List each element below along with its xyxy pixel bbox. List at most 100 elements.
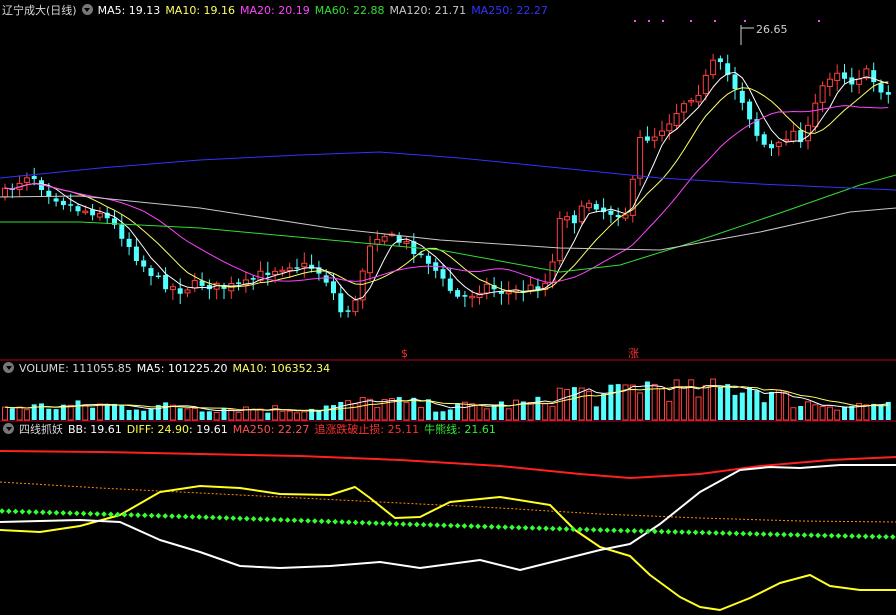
bull-bear-dot: [774, 531, 781, 538]
ma5-label: MA5: 19.13: [97, 4, 161, 17]
candle-body: [323, 275, 329, 283]
volume-bar: [9, 408, 15, 420]
bull-bear-dot: [400, 521, 407, 527]
volume-bar: [374, 406, 381, 421]
volume-bar: [418, 407, 425, 421]
candle-body: [338, 293, 344, 313]
volume-bar: [367, 398, 373, 421]
bull-bear-dot: [155, 512, 162, 519]
candle-body: [119, 224, 125, 239]
candle-body: [593, 204, 599, 210]
volume-collapse-icon[interactable]: [3, 362, 14, 373]
volume-bar: [666, 400, 673, 421]
bull-bear-dot: [781, 531, 787, 538]
volume-bar: [199, 411, 205, 420]
volume-bar: [455, 403, 461, 420]
candle-body: [578, 205, 585, 223]
volume-bar: [119, 404, 125, 420]
bull-bear-dot: [706, 529, 713, 536]
bull-bear-dot: [855, 533, 862, 540]
bull-bear-dot: [447, 522, 454, 529]
bull-bear-dot: [638, 528, 645, 534]
signal-dot: [662, 20, 664, 22]
volume-bar: [842, 406, 847, 420]
bull-bear-dot: [291, 517, 298, 524]
candle-body: [732, 74, 738, 90]
bull-bear-dot: [209, 514, 216, 521]
bull-bear-dot: [0, 508, 5, 514]
bull-bear-dot: [359, 519, 366, 526]
volume-ma10-label: MA10: 106352.34: [232, 362, 331, 375]
bull-bear-dot: [373, 520, 379, 526]
candle-body: [812, 102, 819, 128]
bull-bear-dot: [815, 532, 821, 539]
bull-bear-dot: [862, 533, 869, 540]
bull-bear-dot: [726, 530, 733, 537]
bull-bear-dot: [624, 527, 631, 534]
candle-body: [82, 210, 89, 214]
volume-bar: [265, 412, 271, 420]
volume-bar: [272, 405, 279, 421]
diff-line: [0, 485, 896, 611]
volume-bar: [790, 407, 797, 421]
ma60-label: MA60: 22.88: [314, 4, 385, 17]
volume-bar: [798, 406, 804, 420]
volume-ma5-label: MA5: 101225.20: [136, 362, 228, 375]
candle-body: [191, 280, 198, 289]
volume-bar: [498, 401, 504, 420]
candle-body: [556, 218, 563, 262]
candle-body: [250, 278, 256, 280]
price-panel-header: 辽宁成大(日线) MA5: 19.13 MA10: 19.16 MA20: 20.19…: [0, 2, 553, 20]
candle-body: [651, 136, 658, 141]
bull-bear-dot: [33, 509, 39, 515]
volume-bar: [871, 403, 877, 420]
bull-bear-dot: [250, 516, 257, 522]
signal-dot: [818, 20, 820, 22]
volume-bar: [96, 403, 103, 421]
bull-bear-dot: [352, 519, 359, 526]
candle-body: [163, 274, 169, 290]
candle-body: [447, 278, 453, 291]
bull-bear-dot: [869, 533, 876, 540]
volume-bar: [680, 386, 687, 421]
candle-body: [637, 136, 644, 179]
bull-bear-dot: [441, 522, 447, 529]
volume-bar: [112, 403, 117, 420]
bull-bear-dot: [692, 529, 699, 536]
volume-bar: [725, 384, 731, 420]
bull-bear-dot: [889, 534, 896, 540]
ma120-label: MA120: 21.71: [389, 4, 467, 17]
volume-bar: [67, 404, 74, 421]
volume-panel-header: VOLUME: 111055.85 MA5: 101225.20 MA10: 106…: [0, 360, 335, 378]
candle-body: [673, 112, 680, 127]
indicator-collapse-icon[interactable]: [3, 423, 14, 434]
indicator-panel-header: 四线抓妖 BB: 19.61 DIFF: 24.90: 19.61 MA250: 22…: [0, 421, 501, 439]
candle-body: [148, 268, 154, 276]
candle-body: [2, 187, 8, 198]
collapse-toggle-icon[interactable]: [81, 4, 93, 15]
bull-bear-dot: [461, 523, 468, 529]
candle-body: [184, 289, 191, 294]
volume-bar: [82, 404, 89, 421]
candle-body: [374, 239, 381, 245]
volume-bar: [608, 384, 614, 420]
volume-bar: [571, 387, 577, 420]
candle-body: [688, 99, 695, 103]
bull-bear-dot: [393, 521, 400, 527]
candle-body: [403, 241, 410, 244]
volume-bar: [505, 408, 512, 421]
bull-bear-dot: [67, 510, 73, 516]
volume-bar: [213, 411, 220, 421]
candle-body: [331, 281, 336, 294]
bull-bear-dot: [808, 532, 815, 539]
bull-bear-dot: [536, 525, 543, 532]
chart-canvas[interactable]: 26.65 $ 涨: [0, 0, 896, 615]
candle-body: [761, 134, 767, 145]
ma5-line: [4, 71, 889, 301]
candle-body: [702, 74, 709, 95]
candle-body: [819, 85, 826, 103]
volume-bar: [849, 405, 855, 420]
volume-bar: [637, 392, 644, 421]
candle-body: [483, 283, 490, 294]
candle-body: [440, 269, 446, 279]
